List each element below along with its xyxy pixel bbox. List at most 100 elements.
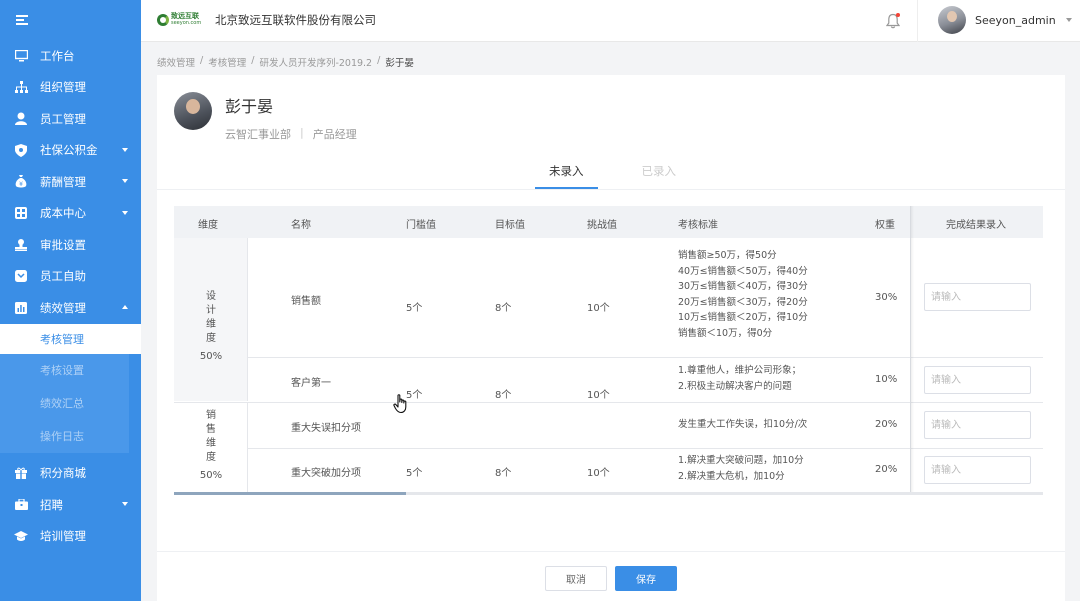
employee-department: 云智汇事业部 xyxy=(225,128,291,141)
result-input[interactable] xyxy=(924,283,1031,311)
breadcrumb-item[interactable]: 研发人员开发序列-2019.2 xyxy=(259,55,372,69)
logo-text-main: 致远互联 xyxy=(171,12,199,20)
sidebar-nav-bottom: 积分商城 招聘 培训管理 xyxy=(0,458,141,553)
sidebar-item-label: 招聘 xyxy=(40,497,63,512)
employee-avatar xyxy=(174,92,212,130)
sidebar-item-points-mall[interactable]: 积分商城 xyxy=(0,458,141,490)
scrollbar-thumb[interactable] xyxy=(174,492,406,495)
sidebar-subitem-assessment-settings[interactable]: 考核设置 xyxy=(0,353,129,387)
logo-text: 致远互联 seeyon.com xyxy=(171,13,201,27)
table-row: 重大失误扣分项 发生重大工作失误，扣10分/次 20% xyxy=(248,402,1043,448)
row-weight: 30% xyxy=(875,292,898,303)
logo-text-sub: seeyon.com xyxy=(171,20,202,26)
breadcrumb-item[interactable]: 考核管理 xyxy=(208,55,246,69)
shield-icon xyxy=(14,143,28,157)
row-challenge: 10个 xyxy=(587,390,610,401)
gift-icon xyxy=(14,466,28,480)
sidebar-item-org[interactable]: 组织管理 xyxy=(0,72,141,104)
sidebar-item-approval[interactable]: 审批设置 xyxy=(0,229,141,261)
status-tabs: 未录入 已录入 xyxy=(535,157,720,189)
hamburger-icon[interactable] xyxy=(16,15,28,25)
row-threshold: 5个 xyxy=(406,468,423,479)
table-row: 重大突破加分项 5个 8个 10个 1.解决重大突破问题，加10分 2.解决重大… xyxy=(248,448,1043,492)
fixed-column-divider xyxy=(910,206,911,494)
row-target: 8个 xyxy=(495,390,512,401)
result-input[interactable] xyxy=(924,366,1031,394)
username: Seeyon_admin xyxy=(975,13,1056,27)
sidebar-item-training[interactable]: 培训管理 xyxy=(0,521,141,553)
row-name: 重大失误扣分项 xyxy=(291,423,361,434)
sidebar-item-workbench[interactable]: 工作台 xyxy=(0,40,141,72)
hand-cursor-icon xyxy=(393,394,409,414)
row-standard: 销售额≥50万，得50分 40万≤销售额＜50万，得40分 30万≤销售额＜40… xyxy=(678,250,808,339)
sidebar-item-self-service[interactable]: 员工自助 xyxy=(0,261,141,293)
dimension-label: 销 售 维 度 50% xyxy=(174,409,248,483)
sidebar-item-recruit[interactable]: 招聘 xyxy=(0,489,141,521)
sidebar-item-label: 培训管理 xyxy=(40,529,86,544)
breadcrumb-item[interactable]: 绩效管理 xyxy=(157,55,195,69)
money-bag-icon: ¥ xyxy=(14,175,28,189)
sidebar-item-label: 社保公积金 xyxy=(40,143,98,158)
sidebar-item-label: 组织管理 xyxy=(40,80,86,95)
notification-dot xyxy=(896,13,900,17)
user-menu[interactable]: Seeyon_admin xyxy=(938,6,1072,34)
cancel-button[interactable]: 取消 xyxy=(545,566,607,591)
col-header-target: 目标值 xyxy=(495,220,525,231)
row-standard: 发生重大工作失误，扣10分/次 xyxy=(678,419,808,430)
horizontal-scrollbar[interactable] xyxy=(174,492,1043,495)
logo-swirl-icon xyxy=(157,14,169,26)
col-header-result: 完成结果录入 xyxy=(946,220,1006,231)
col-header-name: 名称 xyxy=(291,220,311,231)
sidebar-item-salary[interactable]: ¥ 薪酬管理 xyxy=(0,166,141,198)
dimension-percent: 50% xyxy=(199,470,223,481)
save-button[interactable]: 保存 xyxy=(615,566,677,591)
row-weight: 20% xyxy=(875,419,898,430)
employee-name: 彭于晏 xyxy=(225,97,274,116)
chevron-up-icon xyxy=(122,305,128,309)
col-header-dimension: 维度 xyxy=(198,220,218,231)
sidebar-item-label: 员工自助 xyxy=(40,269,86,284)
main-card: 彭于晏 云智汇事业部 | 产品经理 未录入 已录入 维度 名称 门槛值 目标值 … xyxy=(157,75,1065,601)
org-chart-icon xyxy=(14,80,28,94)
sidebar-subitem-summary[interactable]: 绩效汇总 xyxy=(0,386,129,420)
result-input[interactable] xyxy=(924,456,1031,484)
notification-bell-icon[interactable] xyxy=(885,13,901,29)
self-service-icon xyxy=(14,269,28,283)
dimension-cell-design: 设 计 维 度 50% xyxy=(174,238,248,401)
sidebar-item-social-security[interactable]: 社保公积金 xyxy=(0,135,141,167)
chart-icon xyxy=(14,301,28,315)
sidebar: 工作台 组织管理 员工管理 社保公积金 ¥ 薪酬管理 成本中心 审批设置 员工自… xyxy=(0,0,141,601)
sidebar-item-cost-center[interactable]: 成本中心 xyxy=(0,198,141,230)
table-row: 客户第一 5个 8个 10个 1.尊重他人，维护公司形象； 2.积极主动解决客户… xyxy=(248,357,1043,402)
employee-position: 产品经理 xyxy=(312,128,357,141)
sidebar-subitem-assessment[interactable]: 考核管理 xyxy=(0,323,141,354)
user-icon xyxy=(14,112,28,126)
sidebar-item-label: 薪酬管理 xyxy=(40,174,86,189)
stamp-icon xyxy=(14,238,28,252)
sidebar-nav: 工作台 组织管理 员工管理 社保公积金 ¥ 薪酬管理 成本中心 审批设置 员工自… xyxy=(0,40,141,324)
avatar xyxy=(938,6,966,34)
row-weight: 20% xyxy=(875,464,898,475)
chevron-down-icon xyxy=(122,210,128,215)
tab-not-entered[interactable]: 未录入 xyxy=(535,157,598,189)
sidebar-subitem-log[interactable]: 操作日志 xyxy=(0,419,129,453)
tab-entered[interactable]: 已录入 xyxy=(628,157,691,189)
performance-submenu: 考核管理 考核设置 绩效汇总 操作日志 xyxy=(0,323,141,453)
row-threshold: 5个 xyxy=(406,303,423,314)
sidebar-item-performance[interactable]: 绩效管理 xyxy=(0,292,141,324)
result-input[interactable] xyxy=(924,411,1031,439)
sidebar-item-label: 绩效管理 xyxy=(40,300,86,315)
breadcrumb: 绩效管理 / 考核管理 / 研发人员开发序列-2019.2/ 彭于晏 xyxy=(157,55,414,69)
employee-profile: 彭于晏 云智汇事业部 | 产品经理 xyxy=(174,92,357,142)
row-weight: 10% xyxy=(875,374,898,385)
row-challenge: 10个 xyxy=(587,303,610,314)
company-logo[interactable]: 致远互联 seeyon.com 北京致远互联软件股份有限公司 xyxy=(157,11,376,29)
row-target: 8个 xyxy=(495,468,512,479)
company-name: 北京致远互联软件股份有限公司 xyxy=(215,13,376,27)
footer-divider xyxy=(157,551,1065,552)
row-name: 重大突破加分项 xyxy=(291,468,361,479)
chevron-down-icon xyxy=(122,179,128,183)
sidebar-toggle[interactable] xyxy=(0,0,141,40)
sidebar-item-staff[interactable]: 员工管理 xyxy=(0,103,141,135)
sidebar-item-label: 员工管理 xyxy=(40,111,86,126)
